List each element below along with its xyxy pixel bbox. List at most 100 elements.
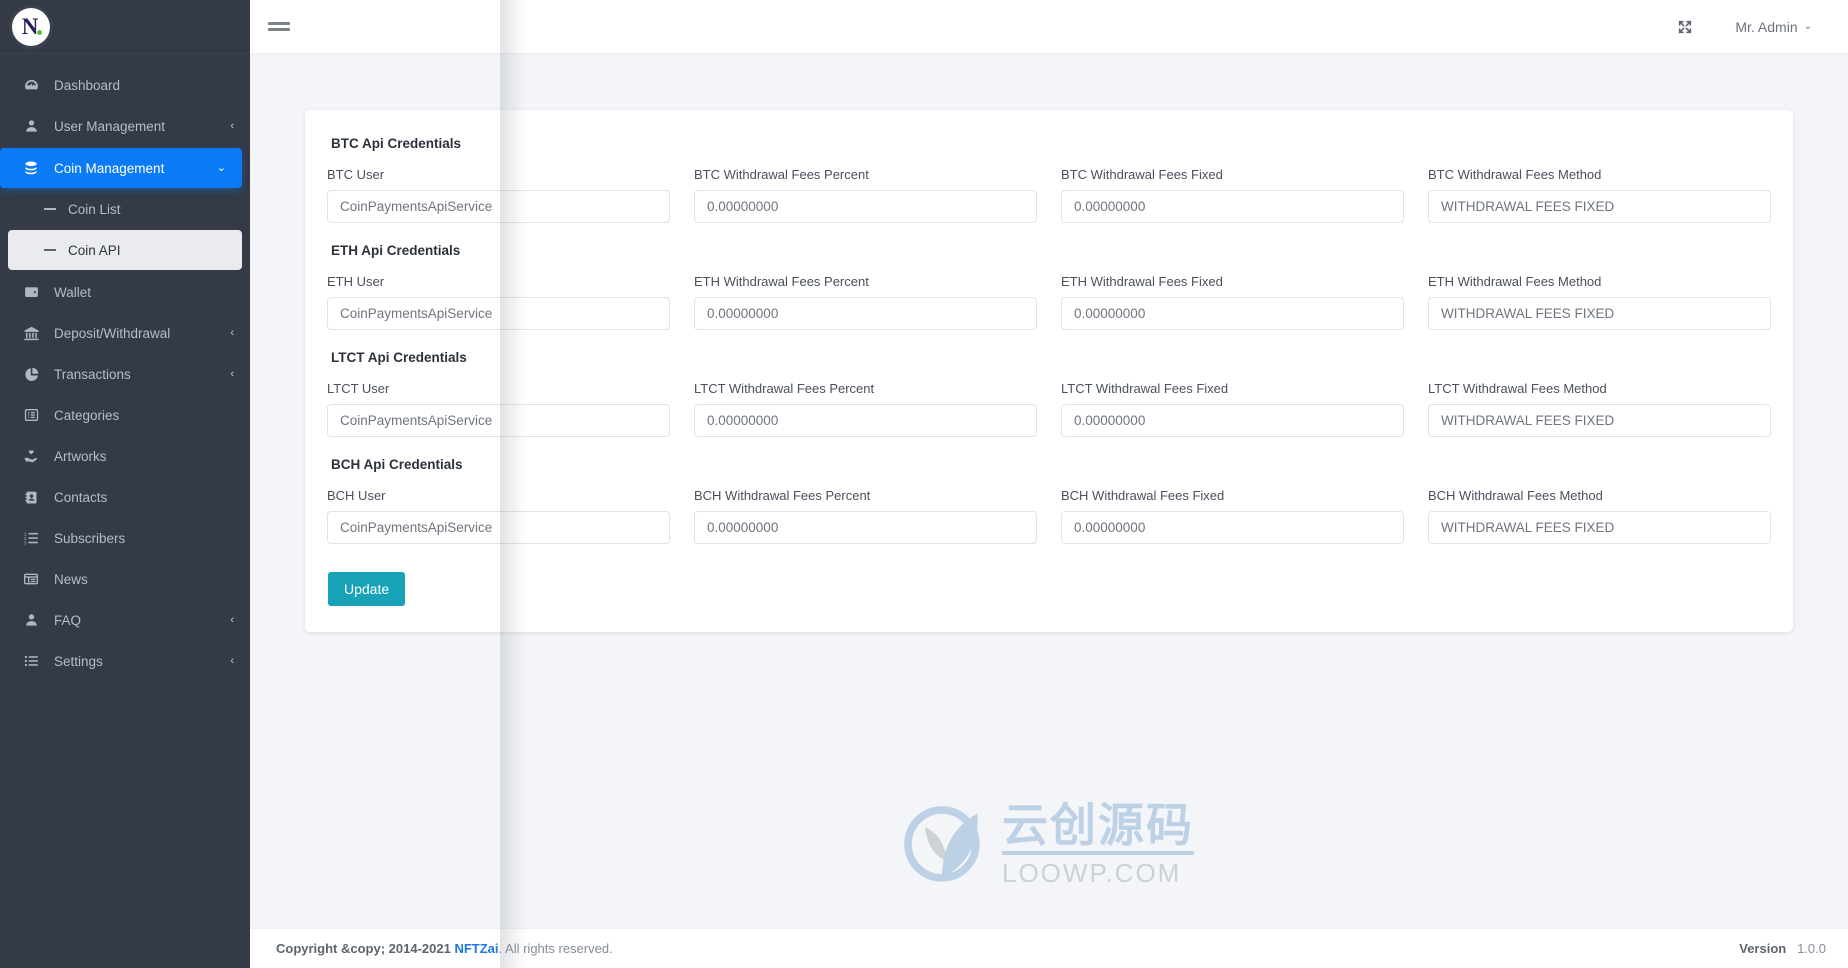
main-area: Mr. Admin ⌄ BTC Api Credentials BTC User… <box>250 0 1848 968</box>
sidebar-item-label: Deposit/Withdrawal <box>54 325 171 341</box>
form-row-btc: BTC User BTC Withdrawal Fees Percent BTC… <box>327 167 1771 223</box>
field-bch-fees-method: BCH Withdrawal Fees Method <box>1428 488 1771 544</box>
field-eth-user: ETH User <box>327 274 670 330</box>
chevron-left-icon: ‹ <box>230 119 234 132</box>
sidebar-nav: Dashboard User Management ‹ Coin Managem… <box>0 54 250 681</box>
pie-chart-icon <box>20 365 42 383</box>
field-label: BTC Withdrawal Fees Fixed <box>1061 167 1223 182</box>
bank-icon <box>20 324 42 342</box>
field-label: BCH Withdrawal Fees Fixed <box>1061 488 1225 503</box>
sidebar-subitem-label: Coin API <box>68 242 121 258</box>
section-title-btc: BTC Api Credentials <box>331 136 462 151</box>
field-label: BTC Withdrawal Fees Percent <box>694 167 869 182</box>
chevron-left-icon: ‹ <box>230 654 234 667</box>
field-eth-fees-fixed: ETH Withdrawal Fees Fixed <box>1061 274 1404 330</box>
footer-version: Version 1.0.0 <box>1739 941 1826 956</box>
field-label: LTCT Withdrawal Fees Method <box>1428 381 1607 396</box>
brand-header[interactable]: N <box>0 0 250 54</box>
eth-fees-fixed-input[interactable] <box>1061 297 1404 330</box>
section-title-bch: BCH Api Credentials <box>331 457 463 472</box>
sidebar-subitem-coin-list[interactable]: Coin List <box>0 190 250 228</box>
hamburger-icon[interactable] <box>268 15 290 38</box>
form-row-eth: ETH User ETH Withdrawal Fees Percent ETH… <box>327 274 1771 330</box>
sidebar-item-subscribers[interactable]: 123 Subscribers <box>0 518 250 558</box>
field-btc-fees-fixed: BTC Withdrawal Fees Fixed <box>1061 167 1404 223</box>
field-label: BCH Withdrawal Fees Method <box>1428 488 1603 503</box>
sidebar-item-wallet[interactable]: Wallet <box>0 272 250 312</box>
sidebar-item-artworks[interactable]: Artworks <box>0 436 250 476</box>
field-label: BTC User <box>327 167 385 182</box>
btc-user-input[interactable] <box>327 190 670 223</box>
field-label: LTCT Withdrawal Fees Fixed <box>1061 381 1229 396</box>
loowp-leaf-logo-icon <box>904 806 980 882</box>
field-eth-fees-method: ETH Withdrawal Fees Method <box>1428 274 1771 330</box>
sidebar-item-deposit-withdrawal[interactable]: Deposit/Withdrawal ‹ <box>0 313 250 353</box>
dashboard-icon <box>20 76 42 94</box>
sidebar-item-label: Transactions <box>54 366 131 382</box>
user-menu[interactable]: Mr. Admin ⌄ <box>1735 19 1812 35</box>
sidebar-item-news[interactable]: News <box>0 559 250 599</box>
field-label: ETH Withdrawal Fees Fixed <box>1061 274 1223 289</box>
sidebar-item-label: Coin Management <box>54 160 165 176</box>
field-bch-fees-fixed: BCH Withdrawal Fees Fixed <box>1061 488 1404 544</box>
sidebar-item-faq[interactable]: FAQ ‹ <box>0 600 250 640</box>
sidebar-item-label: User Management <box>54 118 166 134</box>
watermark-text: 云创源码 LOOWP.COM <box>1002 802 1194 886</box>
form-row-bch: BCH User BCH Withdrawal Fees Percent BCH… <box>327 488 1771 544</box>
footer-version-value: 1.0.0 <box>1797 941 1826 956</box>
field-ltct-fees-percent: LTCT Withdrawal Fees Percent <box>694 381 1037 437</box>
sidebar-item-label: Subscribers <box>54 530 126 546</box>
footer-brand-link[interactable]: NFTZai <box>454 941 498 956</box>
watermark-cn: 云创源码 <box>1002 802 1194 855</box>
field-ltct-user: LTCT User <box>327 381 670 437</box>
bch-fees-fixed-input[interactable] <box>1061 511 1404 544</box>
footer-version-label: Version <box>1739 941 1787 956</box>
ltct-fees-fixed-input[interactable] <box>1061 404 1404 437</box>
sidebar-item-settings[interactable]: Settings ‹ <box>0 641 250 681</box>
content-area: BTC Api Credentials BTC User BTC Withdra… <box>250 54 1848 928</box>
ordered-list-icon: 123 <box>20 529 42 547</box>
chevron-left-icon: ‹ <box>230 367 234 380</box>
bch-fees-method-input[interactable] <box>1428 511 1771 544</box>
eth-fees-percent-input[interactable] <box>694 297 1037 330</box>
sidebar-subitem-coin-api[interactable]: Coin API <box>8 230 242 270</box>
sidebar-item-coin-management[interactable]: Coin Management ⌄ <box>0 148 242 188</box>
bch-user-input[interactable] <box>327 511 670 544</box>
topbar: Mr. Admin ⌄ <box>250 0 1848 54</box>
ltct-fees-method-input[interactable] <box>1428 404 1771 437</box>
eth-fees-method-input[interactable] <box>1428 297 1771 330</box>
contact-book-icon <box>20 488 42 506</box>
hand-heart-icon <box>20 447 42 465</box>
sidebar-item-dashboard[interactable]: Dashboard <box>0 65 250 105</box>
footer-copyright: Copyright &copy; 2014-2021 <box>276 941 451 956</box>
chevron-left-icon: ‹ <box>230 326 234 339</box>
btc-fees-fixed-input[interactable] <box>1061 190 1404 223</box>
sidebar-subitem-label: Coin List <box>68 201 121 217</box>
expand-icon[interactable] <box>1677 19 1693 35</box>
sidebar-item-user-management[interactable]: User Management ‹ <box>0 106 250 146</box>
coins-icon <box>20 159 42 177</box>
field-ltct-fees-fixed: LTCT Withdrawal Fees Fixed <box>1061 381 1404 437</box>
section-title-eth: ETH Api Credentials <box>331 243 461 258</box>
field-label: BCH Withdrawal Fees Percent <box>694 488 871 503</box>
bch-fees-percent-input[interactable] <box>694 511 1037 544</box>
btc-fees-percent-input[interactable] <box>694 190 1037 223</box>
sidebar-item-transactions[interactable]: Transactions ‹ <box>0 354 250 394</box>
sidebar-item-label: Settings <box>54 653 103 669</box>
eth-user-input[interactable] <box>327 297 670 330</box>
update-button[interactable]: Update <box>328 572 406 606</box>
sidebar-item-categories[interactable]: Categories <box>0 395 250 435</box>
dash-icon <box>44 249 56 251</box>
field-label: LTCT User <box>327 381 390 396</box>
user-menu-label: Mr. Admin <box>1735 18 1798 35</box>
field-bch-fees-percent: BCH Withdrawal Fees Percent <box>694 488 1037 544</box>
wallet-icon <box>20 283 42 301</box>
field-label: ETH Withdrawal Fees Percent <box>694 274 869 289</box>
btc-fees-method-input[interactable] <box>1428 190 1771 223</box>
ltct-fees-percent-input[interactable] <box>694 404 1037 437</box>
svg-text:3: 3 <box>23 541 26 546</box>
ltct-user-input[interactable] <box>327 404 670 437</box>
sidebar-item-label: FAQ <box>54 612 82 628</box>
sidebar-item-contacts[interactable]: Contacts <box>0 477 250 517</box>
app-root: N Dashboard User Management ‹ Coin Manag… <box>0 0 1848 968</box>
